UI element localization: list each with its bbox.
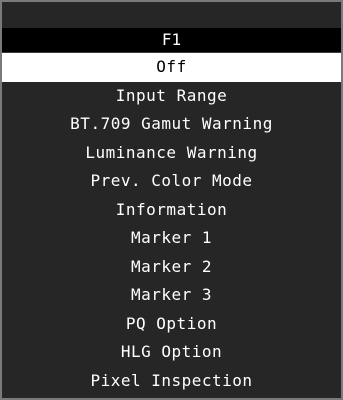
menu-option-prev-color-mode[interactable]: Prev. Color Mode — [2, 167, 341, 196]
menu-option-input-range[interactable]: Input Range — [2, 82, 341, 111]
menu-options-list: Off Input Range BT.709 Gamut Warning Lum… — [2, 53, 341, 395]
menu-option-marker-1[interactable]: Marker 1 — [2, 224, 341, 253]
menu-option-pq-option[interactable]: PQ Option — [2, 310, 341, 339]
menu-option-marker-3[interactable]: Marker 3 — [2, 281, 341, 310]
menu-option-pixel-inspection[interactable]: Pixel Inspection — [2, 367, 341, 396]
menu-option-hlg-option[interactable]: HLG Option — [2, 338, 341, 367]
menu-title: F1 — [2, 28, 341, 53]
menu-option-information[interactable]: Information — [2, 196, 341, 225]
menu-option-off[interactable]: Off — [2, 53, 341, 82]
menu-option-luminance-warning[interactable]: Luminance Warning — [2, 139, 341, 168]
osd-menu-panel: F1 Off Input Range BT.709 Gamut Warning … — [0, 0, 343, 400]
menu-option-marker-2[interactable]: Marker 2 — [2, 253, 341, 282]
menu-option-bt709-gamut-warning[interactable]: BT.709 Gamut Warning — [2, 110, 341, 139]
